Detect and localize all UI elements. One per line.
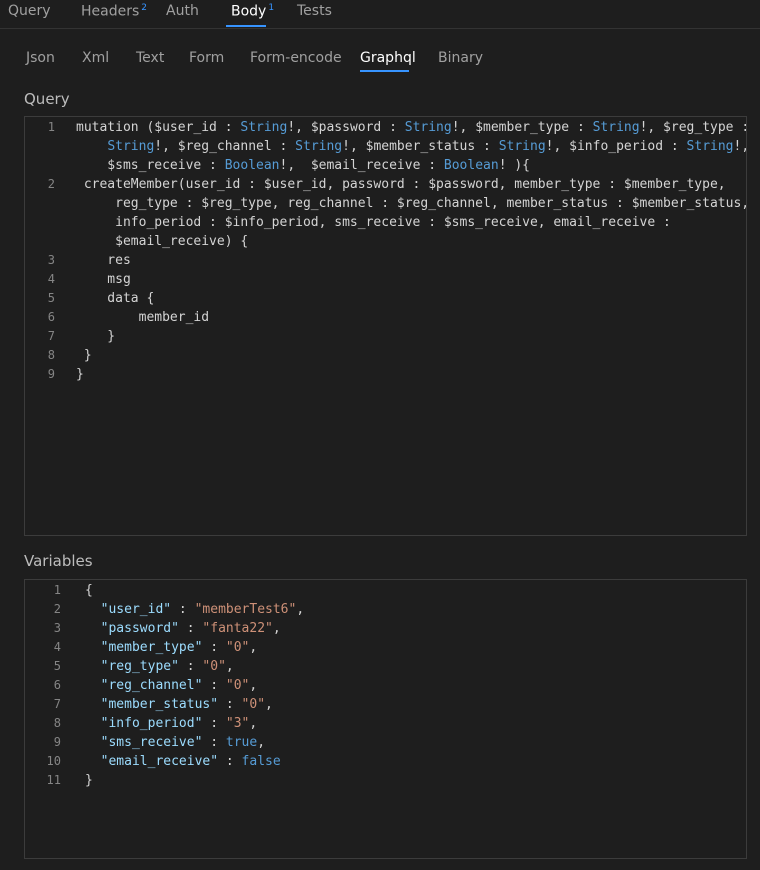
- query-code-line: info_period : $info_period, sms_receive …: [76, 215, 671, 230]
- query-code-line: createMember(user_id : $user_id, passwor…: [76, 177, 726, 192]
- line-number: 5: [47, 291, 55, 305]
- variables-code-line: "member_type" : "0",: [100, 640, 258, 655]
- variables-code-line: "info_period" : "3",: [100, 716, 258, 731]
- query-section-label: Query: [24, 90, 70, 108]
- variables-code-line: "email_receive" : false: [100, 754, 281, 769]
- query-code-line: data {: [76, 291, 155, 306]
- line-number: 2: [53, 602, 61, 616]
- query-code-line: member_id: [76, 310, 210, 325]
- line-number: 9: [53, 735, 61, 749]
- tab-tests[interactable]: Tests: [297, 3, 332, 19]
- line-number: 6: [47, 310, 55, 324]
- line-number: 1: [53, 583, 61, 597]
- headers-count-badge: 2: [141, 3, 148, 13]
- line-number: 8: [47, 348, 55, 362]
- query-code-line: }: [76, 329, 116, 344]
- line-number: 9: [47, 367, 55, 381]
- tab-headers[interactable]: Headers 2: [81, 3, 147, 20]
- variables-code-line: {: [85, 583, 93, 598]
- variables-code-line: "password" : "fanta22",: [100, 621, 281, 636]
- body-tab-xml[interactable]: Xml: [82, 50, 109, 66]
- line-number: 7: [47, 329, 55, 343]
- line-number: 10: [46, 754, 61, 768]
- tab-auth-label: Auth: [166, 3, 199, 19]
- line-number: 4: [47, 272, 55, 286]
- line-number: 5: [53, 659, 61, 673]
- line-number: 1: [47, 120, 55, 134]
- line-number: 2: [47, 177, 55, 191]
- active-body-tab-indicator: [360, 70, 409, 72]
- tab-query[interactable]: Query: [8, 3, 51, 19]
- query-code-line: res: [76, 253, 131, 268]
- query-code-line: msg: [76, 272, 131, 287]
- variables-section-label: Variables: [24, 552, 93, 570]
- active-tab-indicator: [226, 25, 266, 27]
- variables-editor[interactable]: 1 2 3 4 5 6 7 8 9 10 11 { "user_id" : "m…: [24, 579, 747, 859]
- query-code-line: }: [76, 367, 84, 382]
- line-number: 3: [53, 621, 61, 635]
- variables-code-line: "sms_receive" : true,: [100, 735, 266, 750]
- variables-code-line: "member_status" : "0",: [100, 697, 273, 712]
- query-code-line: mutation ($user_id : String!, $password …: [76, 120, 747, 135]
- line-number: 8: [53, 716, 61, 730]
- variables-code-line: "reg_channel" : "0",: [100, 678, 258, 693]
- body-tab-graphql[interactable]: Graphql: [360, 50, 416, 66]
- query-code-line: reg_type : $reg_type, reg_channel : $reg…: [76, 196, 747, 211]
- line-number: 7: [53, 697, 61, 711]
- query-editor[interactable]: 1 2 3 4 5 6 7 8 9 mutation ($user_id : S…: [24, 116, 747, 536]
- query-code-line: $email_receive) {: [76, 234, 249, 249]
- tab-tests-label: Tests: [297, 3, 332, 19]
- tab-body[interactable]: Body 1: [231, 3, 274, 20]
- variables-code-line: "reg_type" : "0",: [100, 659, 234, 674]
- request-tabs: Query Headers 2 Auth Body 1 Tests: [0, 0, 760, 29]
- tab-headers-label: Headers: [81, 3, 140, 20]
- line-number: 3: [47, 253, 55, 267]
- query-code-line: String!, $reg_channel : String!, $member…: [107, 139, 746, 154]
- query-code-line: $sms_receive : Boolean!, $email_receive …: [76, 158, 530, 173]
- line-number: 6: [53, 678, 61, 692]
- query-code-line: }: [76, 348, 92, 363]
- tab-query-label: Query: [8, 3, 51, 19]
- line-number: 4: [53, 640, 61, 654]
- body-tab-form[interactable]: Form: [189, 50, 224, 66]
- body-count-badge: 1: [268, 3, 275, 13]
- variables-code-line: }: [85, 773, 93, 788]
- body-tab-form-encode[interactable]: Form-encode: [250, 50, 342, 66]
- body-tab-text[interactable]: Text: [136, 50, 164, 66]
- variables-code-line: "user_id" : "memberTest6",: [100, 602, 305, 617]
- body-tab-json[interactable]: Json: [26, 50, 55, 66]
- body-tab-binary[interactable]: Binary: [438, 50, 483, 66]
- line-number: 11: [46, 773, 61, 787]
- tab-body-label: Body: [231, 3, 267, 20]
- tab-auth[interactable]: Auth: [166, 3, 199, 19]
